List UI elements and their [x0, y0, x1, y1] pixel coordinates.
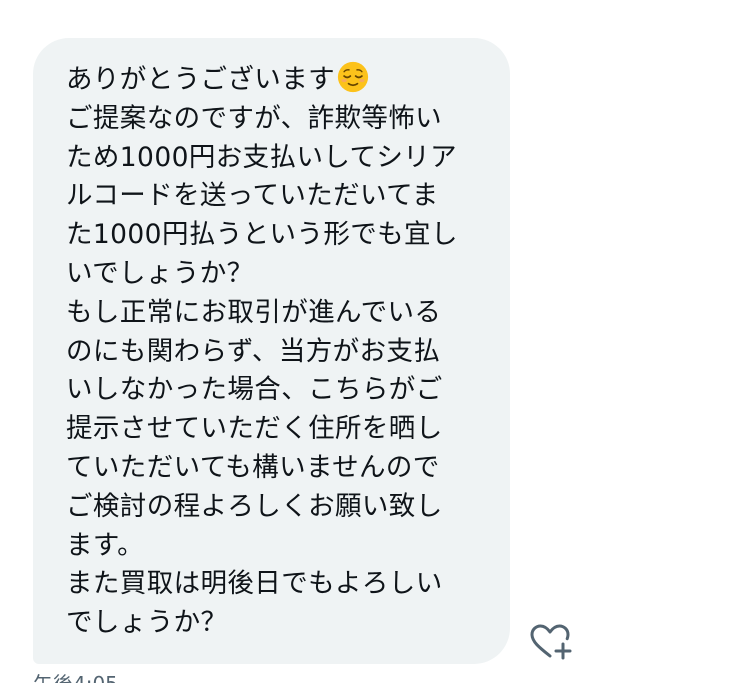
relieved-face-emoji-icon: [337, 61, 369, 93]
message-line: もし正常にお取引が進んでいる: [66, 296, 442, 328]
message-line: いでしょうか？: [66, 257, 254, 289]
message-line: ご検討の程よろしくお願い致し: [66, 490, 443, 522]
message-line: ありがとうございます: [66, 61, 510, 100]
message-line: た1000円払うという形でも宜し: [66, 219, 458, 251]
message-line: のにも関わらず、当方がお支払: [66, 335, 441, 367]
message-line: ご提案なのですが、詐欺等怖い: [66, 102, 443, 134]
message-line: また買取は明後日でもよろしい: [66, 568, 443, 600]
message-line: 提示させていただく住所を晒し: [66, 413, 443, 445]
message-line: でしょうか？: [66, 607, 228, 639]
message-line: いしなかった場合、こちらがご: [66, 374, 443, 406]
message-line: ため1000円お支払いしてシリア: [66, 141, 458, 173]
received-message-bubble[interactable]: ありがとうございます ご提案なのですが、詐欺等怖い ため1000円お支払いしてシ…: [33, 38, 510, 664]
message-line: ます。: [66, 529, 145, 561]
dm-conversation: ありがとうございます ご提案なのですが、詐欺等怖い ため1000円お支払いしてシ…: [0, 0, 750, 683]
heart-plus-icon[interactable]: [528, 622, 572, 662]
message-line: ていただいても構いませんので: [66, 451, 440, 483]
message-line: ルコードを送っていただいてま: [66, 180, 439, 212]
message-timestamp: 午後4:05: [33, 668, 118, 683]
